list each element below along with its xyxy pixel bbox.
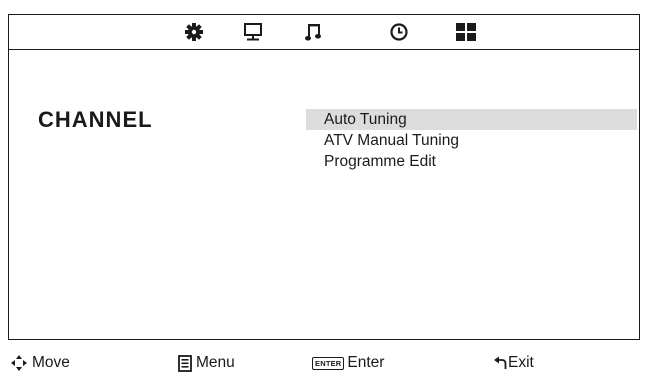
hint-exit: Exit: [494, 353, 534, 373]
tab-time[interactable]: [386, 21, 412, 43]
menu-item-atv-manual-tuning[interactable]: ATV Manual Tuning: [306, 130, 637, 151]
hint-move-label: Move: [32, 354, 70, 371]
hint-bar: Move Menu ENTER Enter Exit: [0, 340, 648, 376]
top-tab-bar: [9, 15, 639, 50]
four-way-arrow-icon: [10, 354, 28, 372]
tab-screen[interactable]: [240, 21, 266, 43]
hint-menu: Menu: [178, 353, 235, 373]
hint-move: Move: [10, 353, 70, 373]
return-arrow-icon: [494, 356, 507, 370]
hint-exit-label: Exit: [508, 354, 534, 371]
grid-icon: [456, 23, 476, 41]
hint-enter: ENTER Enter: [312, 353, 384, 373]
section-title: CHANNEL: [38, 107, 153, 132]
hint-enter-label: Enter: [347, 354, 385, 371]
hint-menu-label: Menu: [196, 354, 235, 371]
menu-item-programme-edit[interactable]: Programme Edit: [306, 151, 637, 172]
osd-frame: CHANNEL Auto Tuning ATV Manual Tuning Pr…: [8, 14, 640, 340]
picture-gear-icon: [185, 23, 203, 41]
tab-setup[interactable]: [453, 21, 479, 43]
menu-item-auto-tuning[interactable]: Auto Tuning: [306, 109, 637, 130]
enter-key-icon: ENTER: [312, 356, 345, 370]
music-note-icon: [305, 24, 321, 41]
menu-icon: [178, 354, 192, 372]
tab-sound[interactable]: [301, 21, 327, 43]
channel-menu: Auto Tuning ATV Manual Tuning Programme …: [306, 109, 637, 172]
clock-icon: [390, 23, 408, 41]
tab-picture[interactable]: [181, 21, 207, 43]
monitor-icon: [244, 23, 262, 41]
